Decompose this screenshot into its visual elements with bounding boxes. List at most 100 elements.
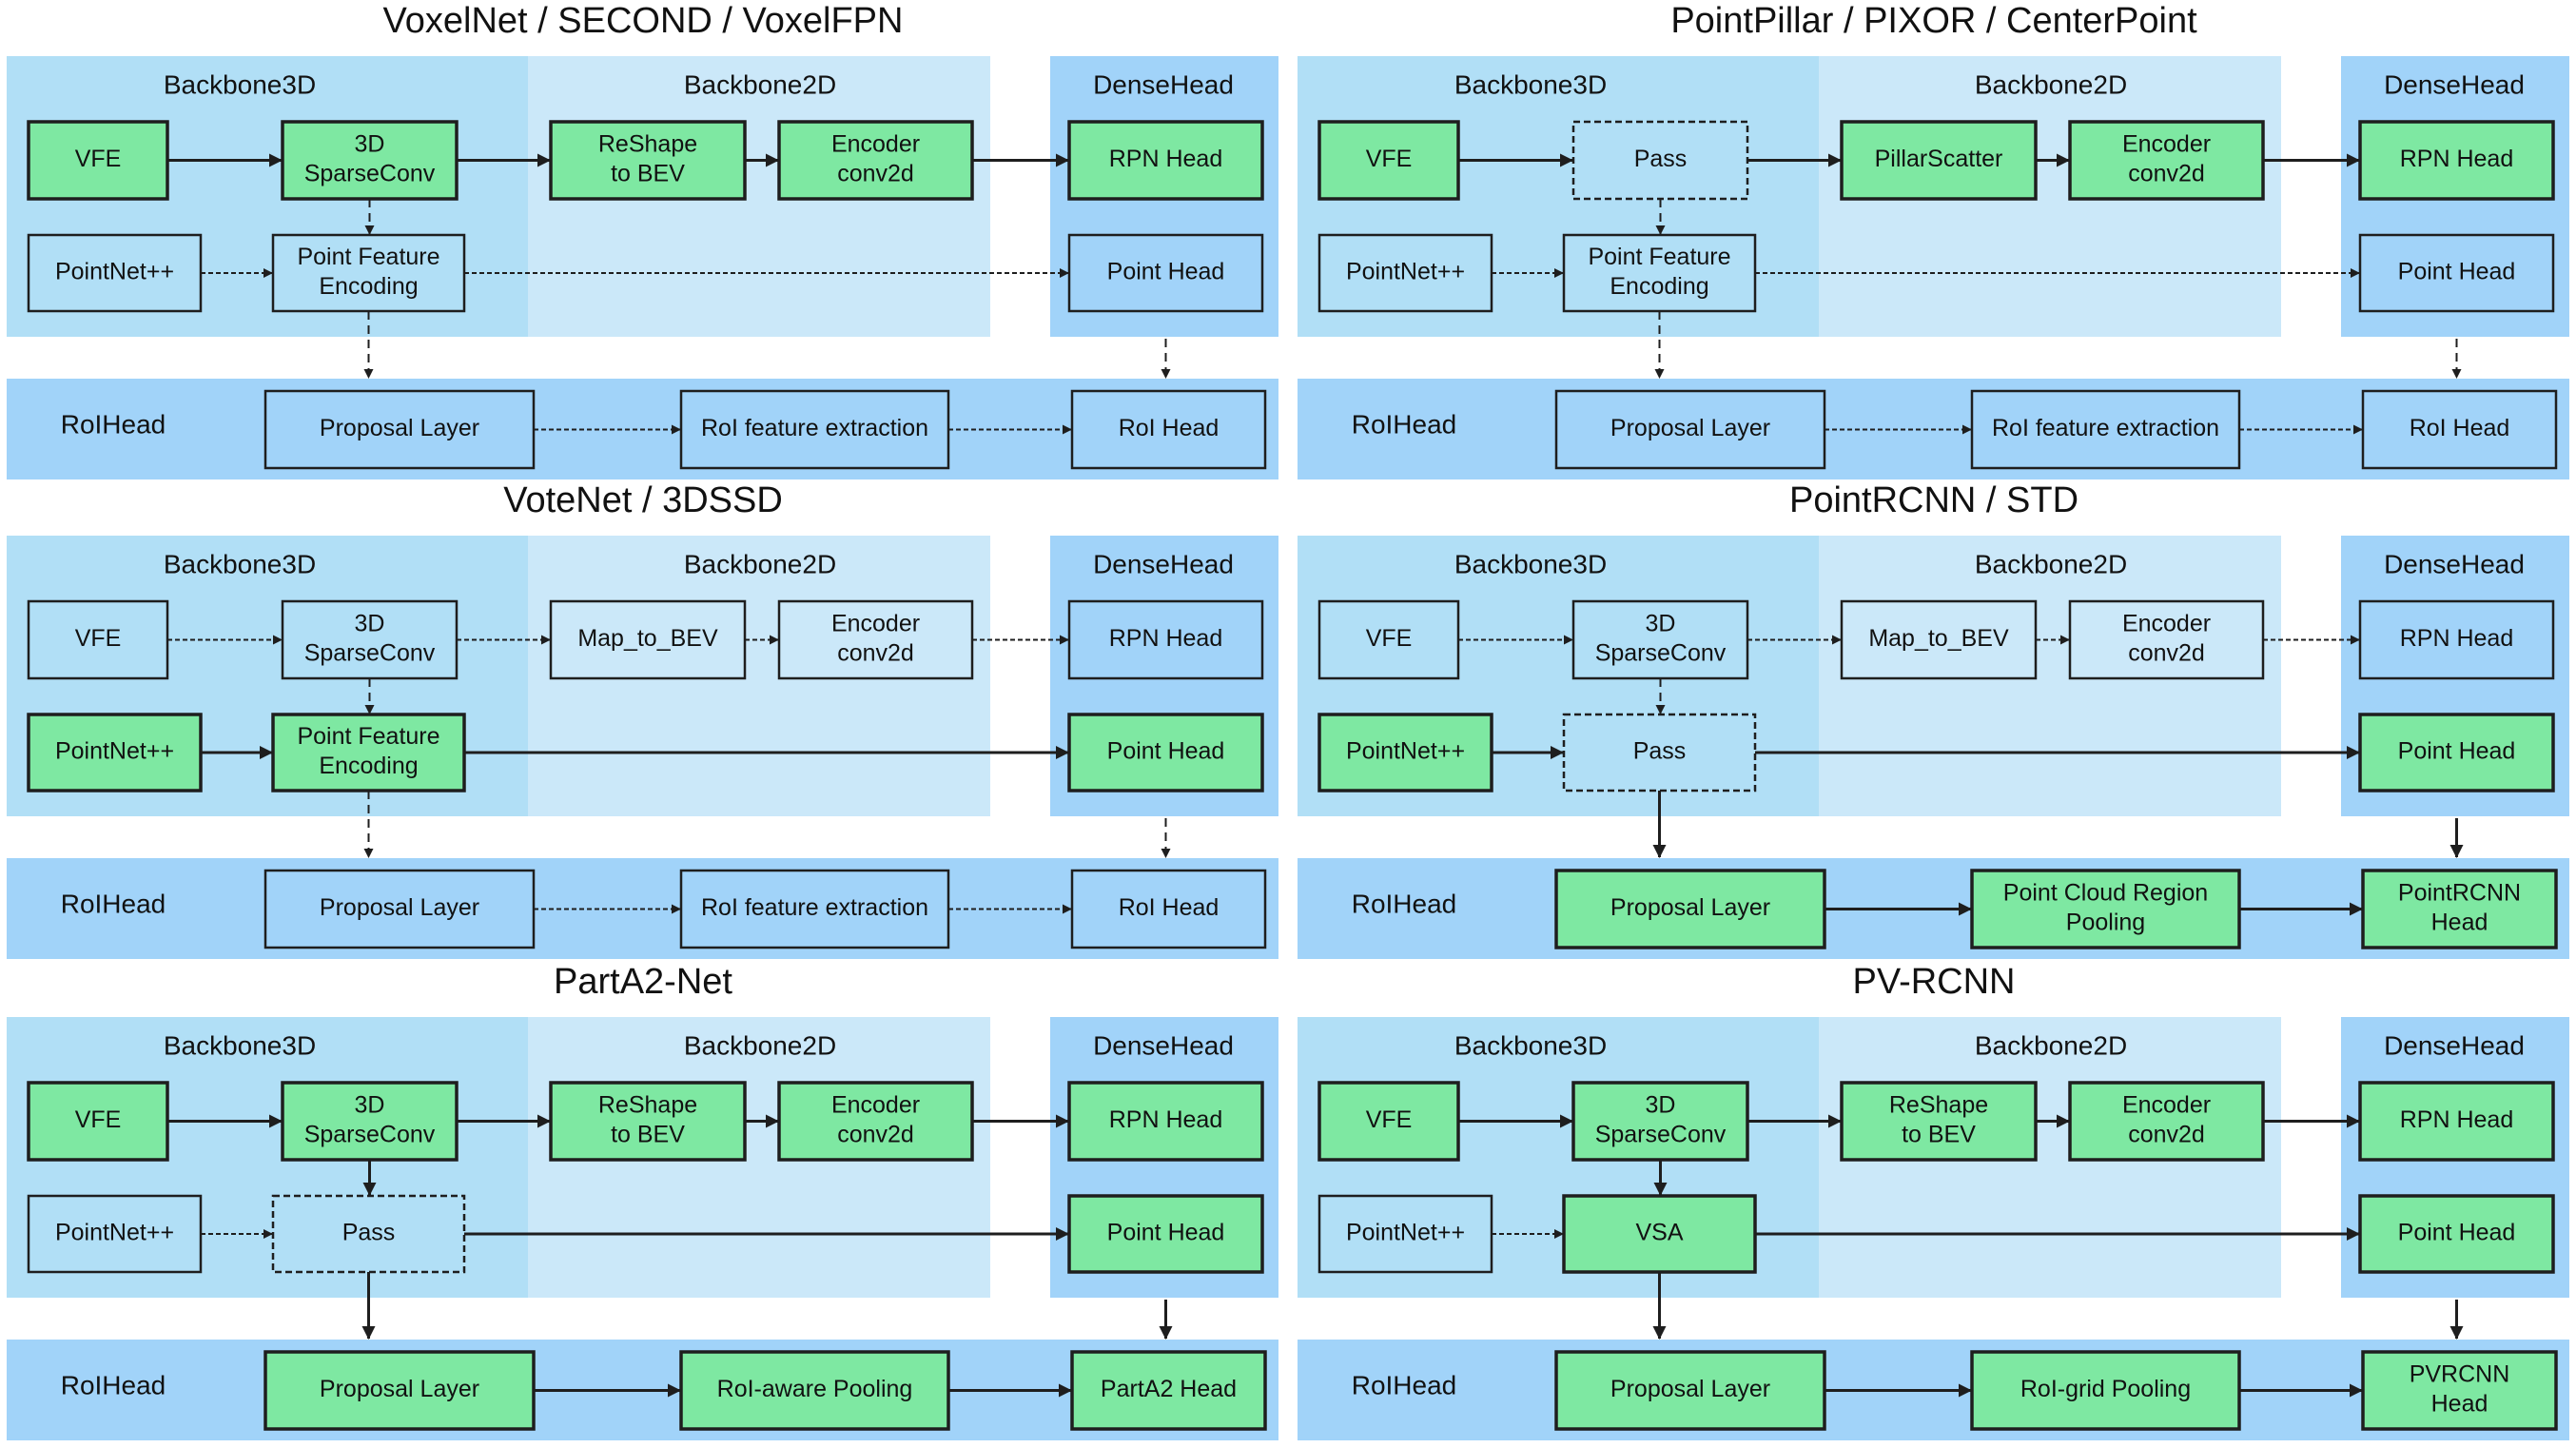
module-label: Point Feature [297, 244, 439, 270]
module-label: Head [2431, 1391, 2488, 1418]
module-label: SparseConv [1595, 1122, 1727, 1148]
box-b3a: VFE [27, 120, 169, 201]
module-label: VFE [75, 1106, 122, 1133]
module-label: Point Head [1107, 259, 1225, 285]
module-label: Proposal Layer [320, 415, 479, 441]
module-label: RPN Head [1109, 146, 1223, 172]
module-label: Encoder [2122, 1092, 2211, 1119]
module-label: PointRCNN [2398, 880, 2521, 907]
densehead-label: DenseHead [2384, 1030, 2525, 1060]
module-label: RoI Head [1119, 894, 1220, 921]
module-label: Point Feature [297, 723, 439, 750]
module-label: VFE [75, 146, 122, 172]
backbone2d-label: Backbone2D [1975, 1030, 2127, 1060]
panel-voxelnet: VoxelNet / SECOND / VoxelFPN Backbone3D Ba… [7, 1, 1278, 479]
backbone2d-label: Backbone2D [684, 1030, 836, 1060]
module-label: RPN Head [1109, 625, 1223, 652]
module-label: RoI-aware Pooling [717, 1376, 913, 1402]
box-dh1: RPN Head [2358, 1081, 2555, 1162]
backbone2d-label: Backbone2D [1975, 69, 2127, 99]
roihead-label: RoIHead [1352, 409, 1457, 439]
box-b2b: Encoder conv2d [2068, 1081, 2265, 1162]
module-label: Proposal Layer [320, 894, 479, 921]
module-label: conv2d [2128, 640, 2205, 667]
module-label: VFE [1366, 625, 1413, 652]
module-label: Encoding [319, 273, 418, 300]
module-label: Point Head [2398, 738, 2516, 765]
roihead-label: RoIHead [1352, 1370, 1457, 1399]
box-b3a: VFE [1317, 1081, 1460, 1162]
box-b3a: VFE [1317, 120, 1460, 201]
box-b3b: 3D SparseConv [1571, 1081, 1749, 1162]
box-r2: RoI-aware Pooling [679, 1350, 950, 1431]
panel-pointpillar: PointPillar / PIXOR / CenterPoint Backbon… [1298, 1, 2569, 479]
box-dh1: RPN Head [1067, 120, 1264, 201]
module-label: conv2d [2128, 161, 2205, 187]
panel-title: VoxelNet / SECOND / VoxelFPN [383, 1, 904, 41]
module-label: PVRCNN [2410, 1361, 2510, 1388]
box-p1: PointNet++ [27, 713, 203, 792]
module-label: Encoder [2122, 131, 2211, 158]
module-label: Point Feature [1588, 244, 1730, 270]
backbone3d-label: Backbone3D [164, 69, 316, 99]
module-label: Point Head [1107, 738, 1225, 765]
module-label: RPN Head [2400, 1106, 2514, 1133]
box-dh2: Point Head [2358, 1194, 2555, 1274]
module-label: conv2d [837, 1122, 914, 1148]
box-b2b: Encoder conv2d [777, 120, 974, 201]
panel-pointrcnn: PointRCNN / STD Backbone3D Backbone2D Dense… [1298, 480, 2569, 959]
module-label: PointNet++ [55, 1220, 174, 1246]
box-dh2: Point Head [1067, 713, 1264, 792]
backbone3d-label: Backbone3D [164, 549, 316, 578]
module-label: Point Cloud Region [2003, 880, 2208, 907]
module-label: RPN Head [1109, 1106, 1223, 1133]
module-label: conv2d [837, 640, 914, 667]
module-label: Proposal Layer [1610, 894, 1770, 921]
module-label: RPN Head [2400, 625, 2514, 652]
module-label: RoI Head [2410, 415, 2510, 441]
roihead-label: RoIHead [61, 409, 166, 439]
framework-diagram: VoxelNet / SECOND / VoxelFPN Backbone3D Ba… [7, 1, 2569, 1440]
module-label: PointNet++ [1346, 738, 1465, 765]
module-label: PointNet++ [55, 738, 174, 765]
module-label: conv2d [2128, 1122, 2205, 1148]
module-label: SparseConv [1595, 640, 1727, 667]
box-r1: Proposal Layer [1554, 869, 1826, 949]
module-label: 3D [355, 1092, 385, 1119]
box-r3: PointRCNN Head [2361, 869, 2558, 949]
box-dh1: RPN Head [2358, 120, 2555, 201]
module-label: ReShape [1889, 1092, 1988, 1119]
module-label: Point Head [1107, 1220, 1225, 1246]
box-r1: Proposal Layer [1554, 1350, 1826, 1431]
roihead-label: RoIHead [61, 1370, 166, 1399]
backbone3d-label: Backbone3D [1454, 549, 1607, 578]
module-label: PillarScatter [1875, 146, 2003, 172]
module-label: RoI feature extraction [1992, 415, 2219, 441]
box-p2: VSA [1562, 1194, 1757, 1274]
panel-title: PointPillar / PIXOR / CenterPoint [1670, 1, 2197, 41]
backbone3d-label: Backbone3D [164, 1030, 316, 1060]
box-r3: PVRCNN Head [2361, 1350, 2558, 1431]
box-b2a: ReShape to BEV [549, 120, 747, 201]
box-b2b: Encoder conv2d [2068, 120, 2265, 201]
module-label: VSA [1635, 1220, 1683, 1246]
box-dh1: RPN Head [1067, 1081, 1264, 1162]
box-b3b: 3D SparseConv [281, 120, 459, 201]
module-label: RoI-grid Pooling [2020, 1376, 2191, 1402]
panel-votenet: VoteNet / 3DSSD Backbone3D Backbone2D Dense… [7, 480, 1278, 959]
module-label: 3D [1646, 611, 1676, 637]
roihead-label: RoIHead [1352, 889, 1457, 918]
module-label: PointNet++ [1346, 259, 1465, 285]
module-label: Proposal Layer [1610, 415, 1770, 441]
module-label: 3D [355, 131, 385, 158]
module-label: Pass [1634, 146, 1688, 172]
module-label: to BEV [1902, 1122, 1976, 1148]
module-label: VFE [1366, 1106, 1413, 1133]
module-label: VFE [1366, 146, 1413, 172]
module-label: SparseConv [304, 161, 436, 187]
module-label: Map_to_BEV [577, 625, 718, 652]
module-label: PartA2 Head [1101, 1376, 1237, 1402]
box-b2b: Encoder conv2d [777, 1081, 974, 1162]
backbone2d-label: Backbone2D [1975, 549, 2127, 578]
box-p2: Point Feature Encoding [271, 713, 466, 792]
